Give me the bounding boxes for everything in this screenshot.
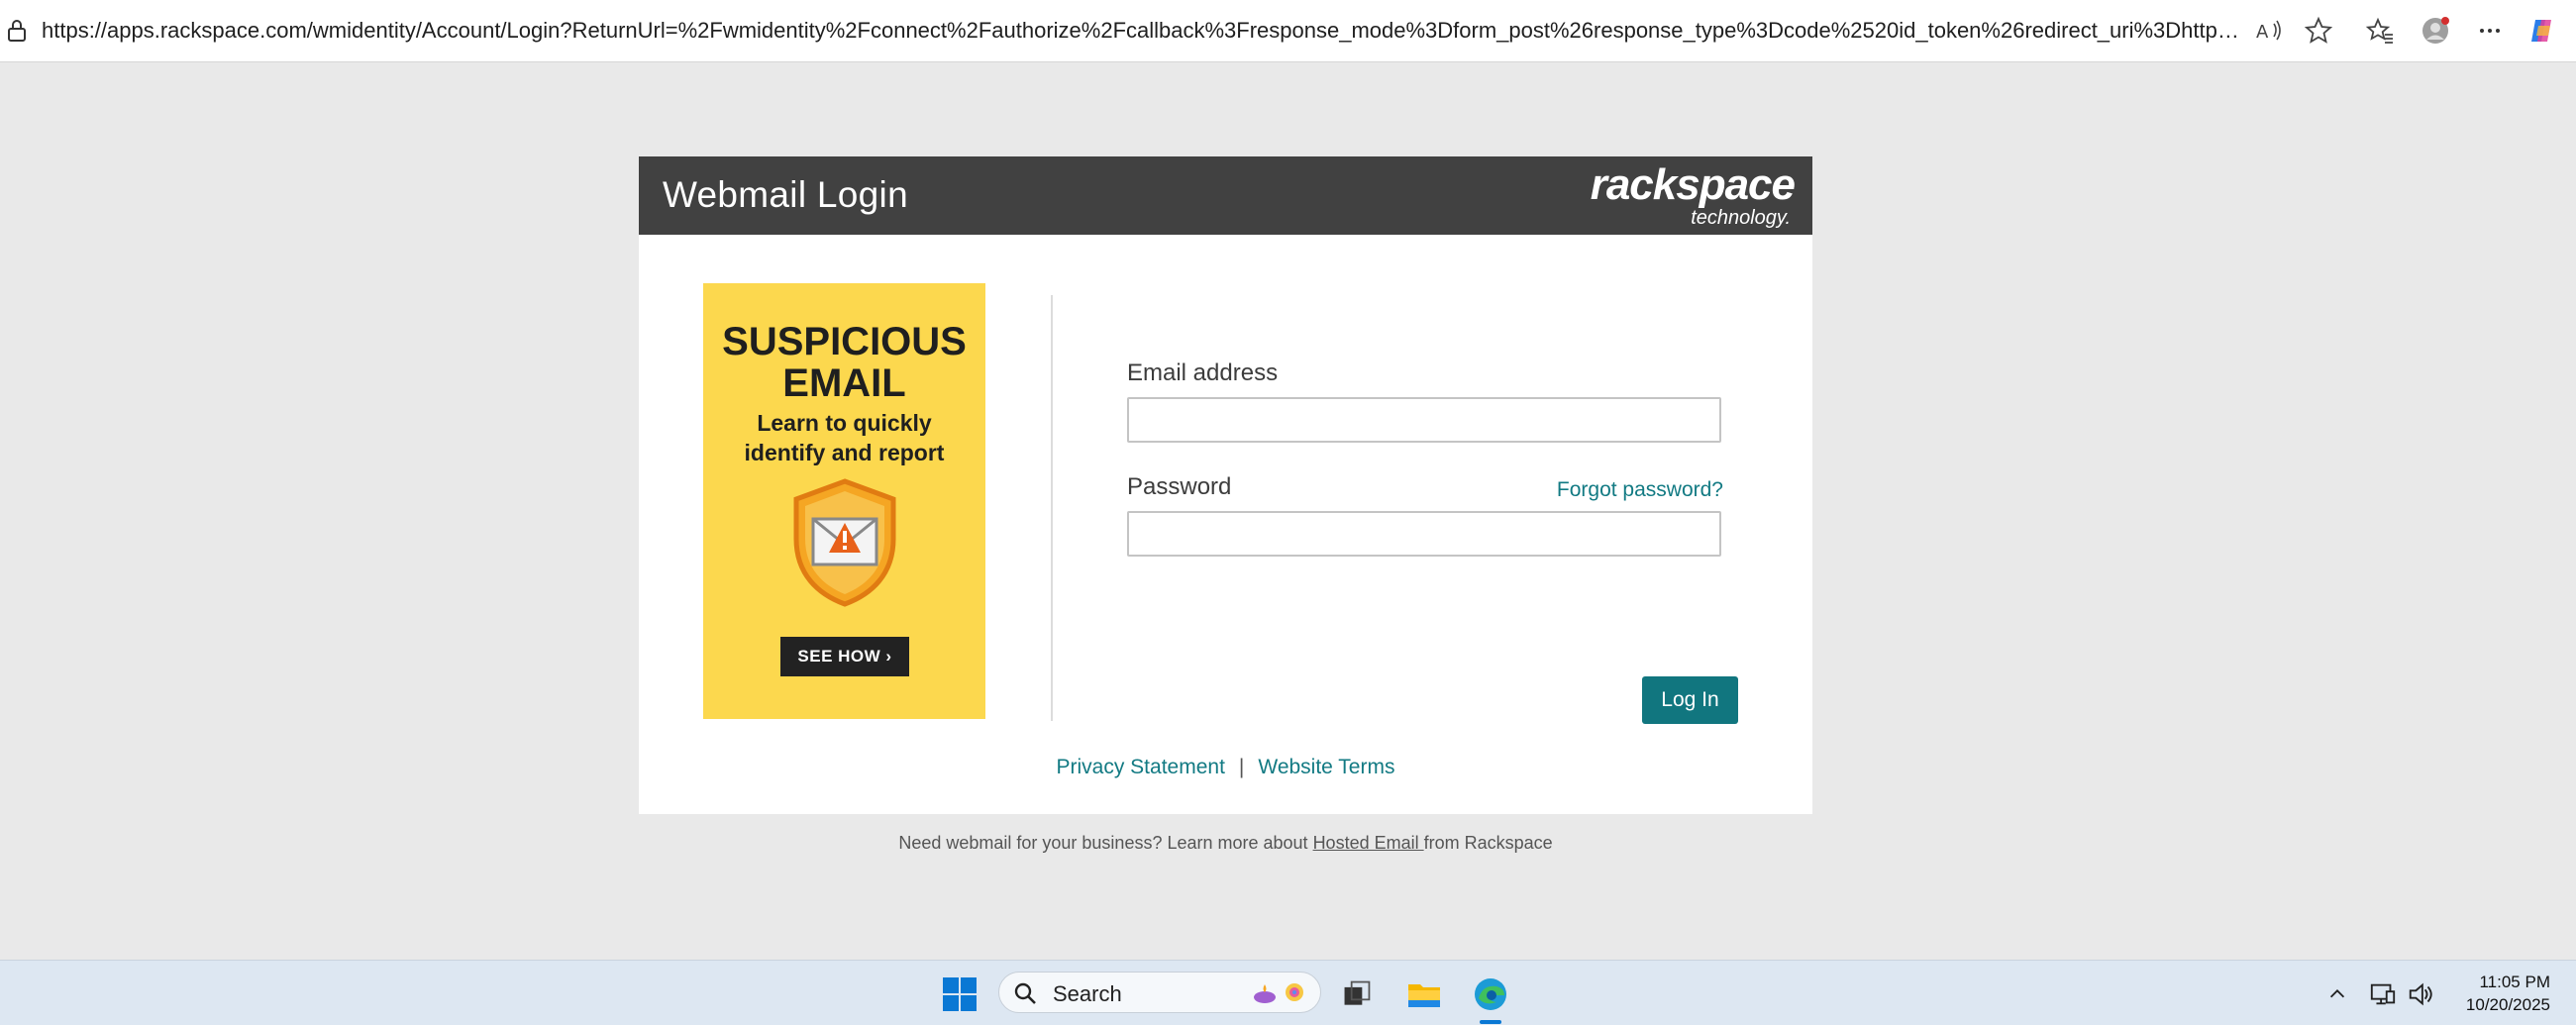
password-label: Password xyxy=(1127,473,1232,500)
svg-text:A: A xyxy=(2256,22,2269,43)
system-clock[interactable]: 11:05 PM 10/20/2025 xyxy=(2466,971,2550,1016)
more-options-icon[interactable] xyxy=(2473,14,2507,48)
promo-title-line1: SUSPICIOUS xyxy=(722,320,967,363)
privacy-statement-link[interactable]: Privacy Statement xyxy=(1057,756,1225,778)
hosted-email-note: Need webmail for your business? Learn mo… xyxy=(639,833,1812,854)
diwali-decoration-icon xyxy=(1254,983,1303,1003)
volume-icon[interactable] xyxy=(2401,974,2440,1014)
password-field[interactable] xyxy=(1127,511,1721,557)
brand-name: rackspace xyxy=(1590,160,1796,209)
note-prefix: Need webmail for your business? Learn mo… xyxy=(898,833,1313,853)
promo-subtitle: Learn to quickly identify and report xyxy=(703,408,985,467)
website-terms-link[interactable]: Website Terms xyxy=(1258,756,1394,778)
email-field[interactable] xyxy=(1127,397,1721,443)
favorites-icon[interactable] xyxy=(2363,14,2397,48)
active-app-indicator xyxy=(1480,1020,1501,1024)
clock-date: 10/20/2025 xyxy=(2465,995,2550,1014)
rackspace-logo: rackspace technology. xyxy=(1590,160,1796,229)
url-field[interactable]: https://apps.rackspace.com/wmidentity/Ac… xyxy=(42,17,2240,45)
lock-icon[interactable] xyxy=(6,18,28,44)
see-how-button[interactable]: SEE HOW › xyxy=(780,637,909,676)
card-header: Webmail Login rackspace technology. xyxy=(639,156,1812,235)
profile-avatar-icon[interactable] xyxy=(2419,14,2452,48)
windows-taskbar: Search 11:05 PM 10/20/2025 xyxy=(0,960,2576,1025)
vertical-divider xyxy=(1051,295,1053,721)
login-card: Webmail Login rackspace technology. SUSP… xyxy=(639,156,1812,814)
hosted-email-link[interactable]: Hosted Email xyxy=(1313,833,1424,853)
browser-address-bar: https://apps.rackspace.com/wmidentity/Ac… xyxy=(0,0,2576,62)
email-label: Email address xyxy=(1127,359,1279,386)
promo-sub-line1: Learn to quickly xyxy=(757,410,932,436)
search-label: Search xyxy=(1053,981,1122,1006)
clock-time: 11:05 PM xyxy=(2479,973,2550,991)
page-title: Webmail Login xyxy=(663,174,908,215)
promo-sub-line2: identify and report xyxy=(744,440,945,465)
task-view-icon[interactable] xyxy=(1337,974,1377,1014)
file-explorer-icon[interactable] xyxy=(1404,974,1444,1014)
promo-title: SUSPICIOUS EMAIL xyxy=(703,321,985,404)
read-aloud-icon[interactable]: A xyxy=(2252,14,2286,48)
network-display-icon[interactable] xyxy=(2363,974,2403,1014)
favorite-star-icon[interactable] xyxy=(2302,14,2335,48)
taskbar-search[interactable]: Search xyxy=(998,972,1321,1013)
shield-warning-icon xyxy=(793,478,896,607)
forgot-password-link[interactable]: Forgot password? xyxy=(1557,478,1723,502)
search-icon xyxy=(1014,982,1036,1004)
login-button[interactable]: Log In xyxy=(1642,676,1738,724)
copilot-icon[interactable] xyxy=(2525,14,2559,48)
show-hidden-icons-chevron-icon[interactable] xyxy=(2318,974,2357,1014)
brand-sub: technology. xyxy=(1691,207,1791,229)
windows-start-icon[interactable] xyxy=(940,974,979,1014)
footer-separator: | xyxy=(1238,756,1245,778)
suspicious-email-banner[interactable]: SUSPICIOUS EMAIL Learn to quickly identi… xyxy=(703,283,985,719)
footer-links: Privacy Statement | Website Terms xyxy=(639,756,1812,779)
promo-title-line2: EMAIL xyxy=(782,361,906,405)
edge-browser-icon[interactable] xyxy=(1471,974,1510,1014)
note-suffix: from Rackspace xyxy=(1423,833,1553,853)
